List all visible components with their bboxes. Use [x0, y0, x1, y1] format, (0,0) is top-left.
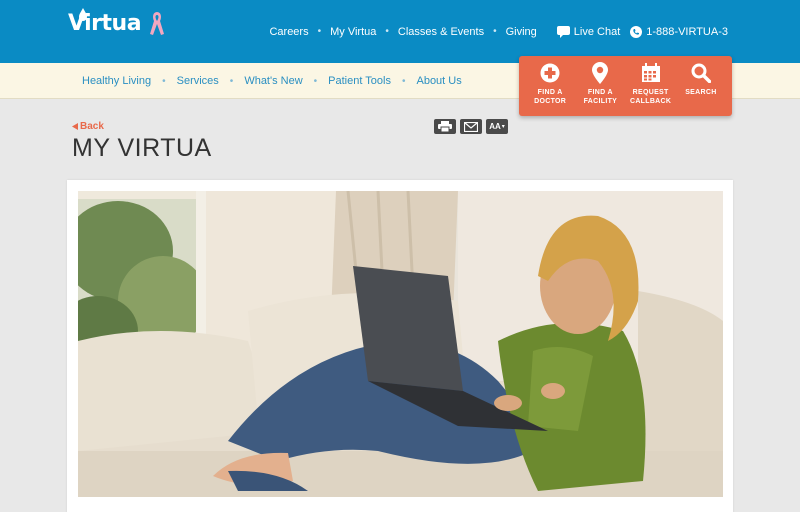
find-facility-label-2: FACILITY: [583, 98, 618, 105]
quick-actions-panel: FIND A DOCTOR FIND A FACILITY REQUEST CA…: [519, 56, 732, 116]
hero-image: [78, 191, 723, 497]
phone-link[interactable]: 1-888-VIRTUA-3: [630, 25, 728, 38]
hero-illustration: [78, 191, 723, 497]
search-icon: [691, 63, 711, 83]
envelope-icon: [464, 121, 478, 132]
search-button[interactable]: SEARCH: [676, 62, 726, 116]
page-title: MY VIRTUA: [72, 134, 212, 162]
sub-nav-about-us[interactable]: About Us: [416, 75, 461, 87]
sub-nav-services[interactable]: Services: [177, 75, 219, 87]
sub-nav-healthy-living[interactable]: Healthy Living: [82, 75, 151, 87]
triangle-left-icon: [72, 123, 78, 130]
find-facility-label-1: FIND A: [587, 89, 613, 96]
awareness-ribbon-icon: [150, 12, 165, 35]
nav-divider: •: [385, 26, 389, 37]
map-pin-icon: [592, 62, 609, 84]
nav-divider: •: [162, 75, 166, 87]
nav-divider: •: [313, 75, 318, 87]
find-doctor-label-2: DOCTOR: [534, 98, 567, 105]
top-header: Virtua Careers • My Virtua • Classes & E…: [0, 0, 800, 63]
request-callback-label-1: REQUEST: [632, 89, 669, 96]
top-nav-careers[interactable]: Careers: [269, 26, 308, 38]
top-nav-classes-events[interactable]: Classes & Events: [398, 26, 484, 38]
printer-icon: [438, 121, 452, 132]
top-nav: Careers • My Virtua • Classes & Events •…: [269, 0, 728, 63]
top-nav-my-virtua[interactable]: My Virtua: [330, 26, 376, 38]
find-facility-button[interactable]: FIND A FACILITY: [575, 62, 625, 116]
content-card: [67, 180, 733, 512]
phone-number: 1-888-VIRTUA-3: [646, 25, 728, 38]
back-label: Back: [80, 121, 104, 132]
live-chat-label: Live Chat: [573, 25, 621, 38]
virtua-logo[interactable]: Virtua: [68, 8, 165, 36]
chat-bubble-icon: [556, 25, 570, 38]
plus-circle-icon: [540, 63, 560, 83]
phone-icon: [630, 25, 643, 38]
page-tools: AA ▾: [434, 119, 508, 134]
live-chat-link[interactable]: Live Chat: [556, 25, 621, 38]
top-nav-giving[interactable]: Giving: [506, 26, 537, 38]
sub-nav-patient-tools[interactable]: Patient Tools: [328, 75, 391, 87]
secondary-nav: Healthy Living • Services • What's New •…: [82, 63, 462, 99]
text-size-button[interactable]: AA ▾: [486, 119, 508, 134]
search-label: SEARCH: [685, 89, 717, 96]
find-doctor-label-1: FIND A: [537, 89, 563, 96]
request-callback-label-2: CALLBACK: [629, 98, 672, 105]
print-button[interactable]: [434, 119, 456, 134]
sub-nav-whats-new[interactable]: What's New: [244, 75, 302, 87]
nav-divider: •: [317, 26, 322, 37]
logo-flame-icon: [79, 8, 87, 21]
nav-divider: •: [493, 26, 497, 37]
request-callback-button[interactable]: REQUEST CALLBACK: [626, 62, 676, 116]
email-button[interactable]: [460, 119, 482, 134]
nav-divider: •: [229, 75, 234, 87]
calendar-icon: [641, 63, 660, 82]
text-size-arrow-icon: ▾: [501, 124, 505, 130]
back-link[interactable]: Back: [72, 121, 104, 132]
nav-divider: •: [401, 75, 406, 87]
find-doctor-button[interactable]: FIND A DOCTOR: [525, 62, 575, 116]
text-size-label: AA: [489, 122, 501, 131]
